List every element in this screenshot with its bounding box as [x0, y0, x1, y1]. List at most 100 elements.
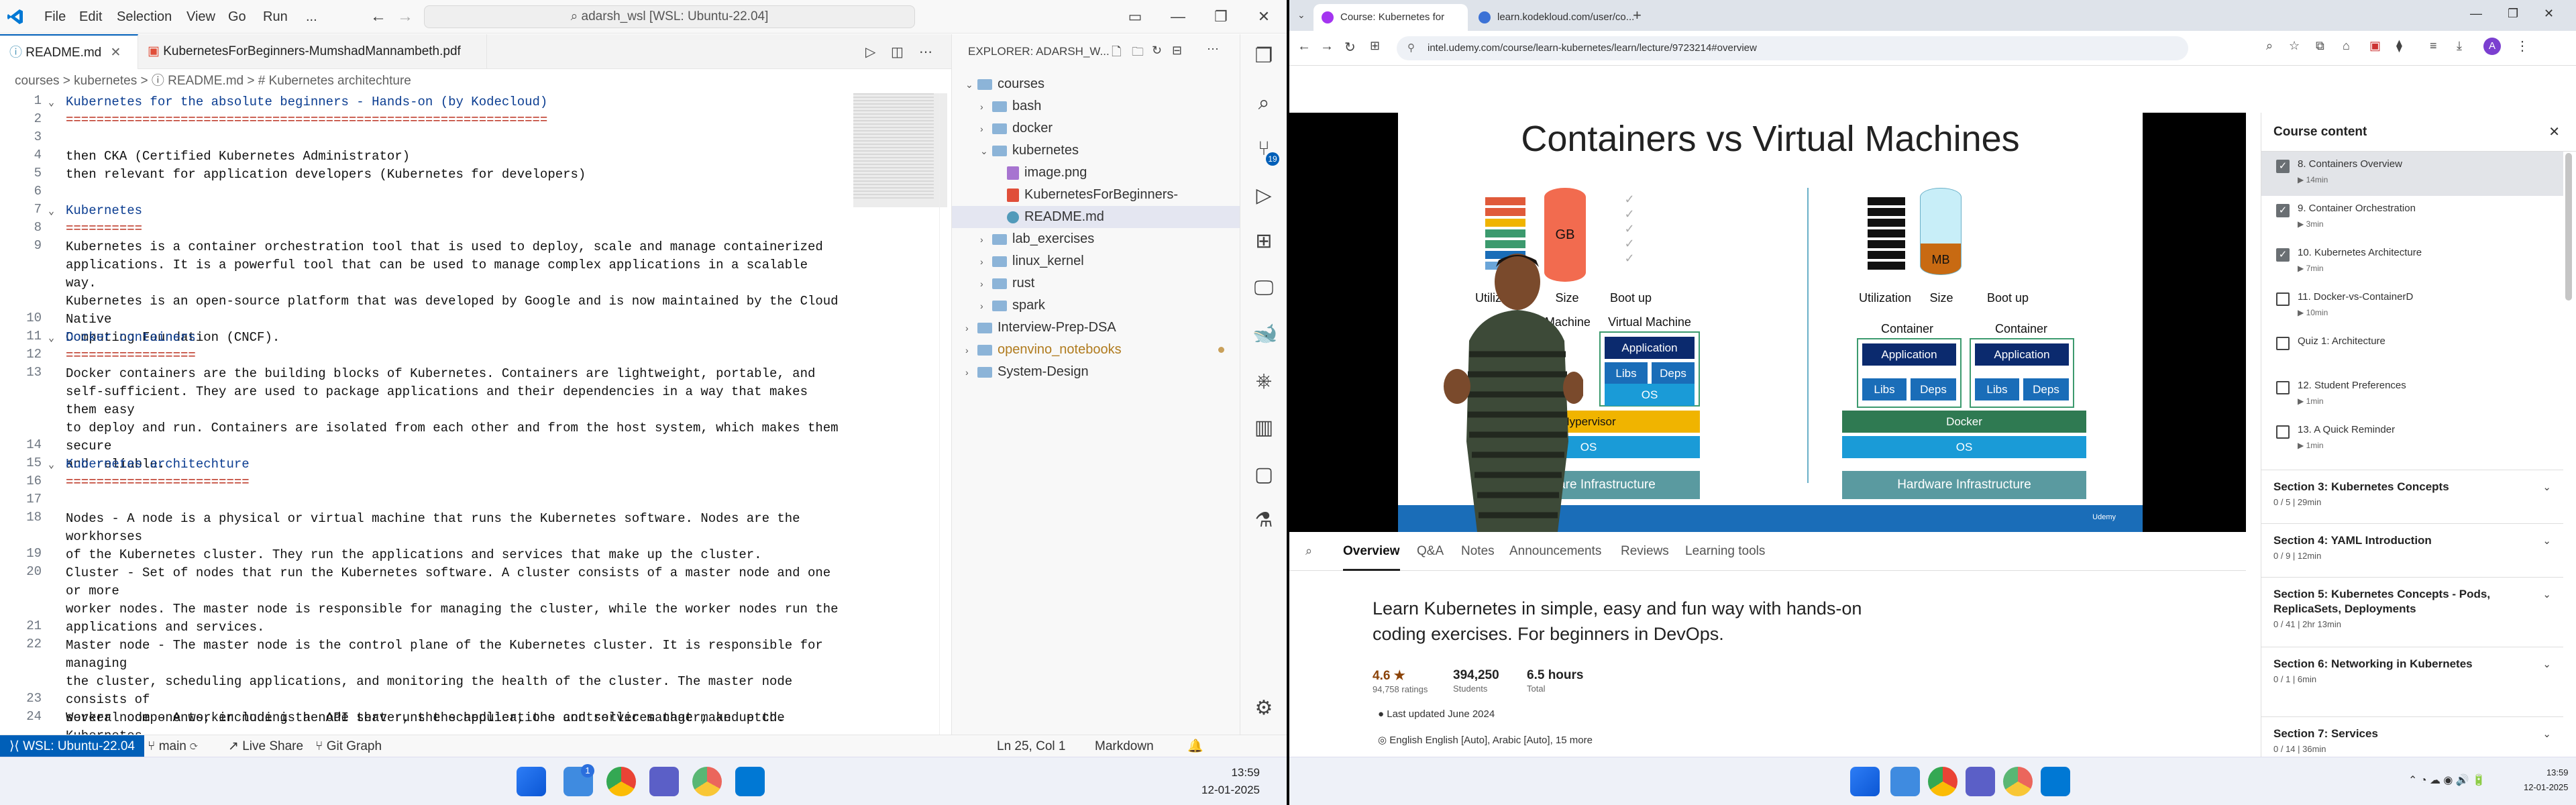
close-button[interactable]: ✕: [2544, 7, 2554, 21]
tab-qa[interactable]: Q&A: [1417, 532, 1444, 571]
lecture-checkbox[interactable]: [2276, 425, 2290, 439]
tree-item[interactable]: › docker: [952, 117, 1240, 140]
extension-icon[interactable]: ⧉: [2316, 39, 2324, 53]
tree-item[interactable]: › rust: [952, 272, 1240, 294]
clock[interactable]: 13:59 12-01-2025: [2524, 765, 2569, 795]
section-header[interactable]: Section 3: Kubernetes Concepts 0 / 5 | 29…: [2261, 470, 2563, 523]
menu-edit[interactable]: Edit: [79, 0, 102, 34]
section-header[interactable]: Section 6: Networking in Kubernetes 0 / 1…: [2261, 647, 2563, 716]
breadcrumb[interactable]: courses > kubernetes > ⓘ README.md > # K…: [0, 69, 951, 93]
fold-chevron-icon[interactable]: ⌄: [48, 96, 54, 109]
collapse-icon[interactable]: ⊟: [1172, 44, 1182, 58]
notifications-icon[interactable]: 🔔: [1187, 735, 1203, 757]
menu-view[interactable]: View: [186, 0, 215, 34]
fold-chevron-icon[interactable]: ⌄: [48, 331, 54, 344]
video-player[interactable]: Containers vs Virtual Machines GB ✓ ✓ ✓ ✓ ✓ …: [1289, 113, 2246, 532]
lecture-item[interactable]: ✓ 10. Kubernetes Architecture ▶ 7min: [2261, 240, 2563, 284]
extensions-puzzle-icon[interactable]: ⧫: [2396, 39, 2402, 53]
lecture-item[interactable]: 11. Docker-vs-ContainerD ▶ 10min: [2261, 284, 2563, 329]
tree-item[interactable]: image.png: [952, 162, 1240, 184]
remote-indicator[interactable]: ⟩⟨ WSL: Ubuntu-22.04: [0, 735, 144, 757]
chart-icon[interactable]: ▥: [1252, 417, 1275, 439]
tree-item[interactable]: ⌄ courses: [952, 73, 1240, 95]
teams-icon[interactable]: [1966, 767, 1995, 796]
tree-item[interactable]: › linux_kernel: [952, 250, 1240, 272]
windows-start-icon[interactable]: [1850, 767, 1880, 796]
tab-announcements[interactable]: Announcements: [1509, 532, 1601, 571]
minimap[interactable]: [853, 93, 934, 201]
tree-item[interactable]: › spark: [952, 294, 1240, 317]
close-button[interactable]: ✕: [1242, 0, 1285, 34]
language-mode[interactable]: Markdown: [1095, 735, 1154, 757]
extensions-icon[interactable]: ⊞: [1252, 230, 1275, 253]
cursor-position[interactable]: Ln 25, Col 1: [997, 735, 1065, 757]
apps-icon[interactable]: ⊞: [1370, 39, 1380, 53]
forward-icon[interactable]: →: [1320, 39, 1334, 54]
extension-icon[interactable]: ⌂: [2343, 39, 2350, 53]
git-graph-button[interactable]: ⑂ Git Graph: [315, 735, 382, 757]
cast-icon[interactable]: ≡: [2430, 39, 2437, 53]
restore-button[interactable]: ❐: [2508, 7, 2518, 21]
tree-item[interactable]: › openvino_notebooks: [952, 339, 1240, 361]
windows-start-icon[interactable]: [517, 767, 546, 796]
scrollbar[interactable]: [939, 93, 950, 735]
tab-notes[interactable]: Notes: [1461, 532, 1495, 571]
lecture-item[interactable]: ✓ 8. Containers Overview ▶ 14min: [2261, 152, 2563, 196]
run-icon[interactable]: ▷: [865, 44, 875, 60]
lecture-checkbox[interactable]: [2276, 292, 2290, 306]
section-header[interactable]: Section 5: Kubernetes Concepts - Pods, R…: [2261, 577, 2563, 647]
back-icon[interactable]: ←: [1297, 39, 1311, 54]
branch-indicator[interactable]: ⑂ main ⟳: [148, 735, 198, 757]
explorer-icon[interactable]: ❐: [1252, 45, 1275, 68]
browser-tab-udemy[interactable]: Course: Kubernetes for the...✕: [1313, 4, 1468, 50]
tab-readme[interactable]: ⓘ README.md ✕: [0, 34, 138, 69]
tree-item[interactable]: › System-Design: [952, 361, 1240, 383]
lecture-checkbox[interactable]: [2276, 337, 2290, 350]
new-tab-button[interactable]: +: [1633, 7, 1642, 24]
bookmark-star-icon[interactable]: ☆: [2289, 39, 2300, 53]
testing-icon[interactable]: ⚗: [1252, 509, 1275, 532]
clock[interactable]: 13:59 12-01-2025: [1201, 764, 1260, 799]
tab-reviews[interactable]: Reviews: [1621, 532, 1669, 571]
tab-pdf[interactable]: ▣ KubernetesForBeginners-MumshadMannambe…: [138, 34, 487, 69]
lecture-item[interactable]: ✓ 9. Container Orchestration ▶ 3min: [2261, 196, 2563, 240]
fold-chevron-icon[interactable]: ⌄: [48, 205, 54, 217]
refresh-icon[interactable]: ↻: [1152, 44, 1162, 58]
tab-search-icon[interactable]: ⌄: [1297, 9, 1305, 21]
minimize-button[interactable]: —: [1157, 0, 1199, 34]
lecture-item[interactable]: Quiz 1: Architecture: [2261, 329, 2563, 373]
menu-go[interactable]: Go: [228, 0, 246, 34]
minimize-button[interactable]: —: [2470, 7, 2482, 21]
close-icon[interactable]: ✕: [111, 46, 121, 60]
split-editor-icon[interactable]: ◫: [891, 44, 904, 60]
languages[interactable]: ◎ English English [Auto], Arabic [Auto],…: [1378, 734, 1593, 749]
menu-run[interactable]: Run: [263, 0, 288, 34]
new-folder-icon[interactable]: 🗀: [1132, 44, 1144, 64]
tree-item[interactable]: › Interview-Prep-DSA: [952, 317, 1240, 339]
code-editor[interactable]: 1 ⌄ Kubernetes for the absolute beginners …: [0, 93, 951, 735]
close-sidebar-icon[interactable]: ✕: [2548, 123, 2560, 140]
restore-button[interactable]: ❐: [1199, 0, 1242, 34]
lecture-checkbox[interactable]: [2276, 381, 2290, 394]
browser-tab-kodekloud[interactable]: learn.kodekloud.com/user/co...✕: [1470, 4, 1634, 50]
section-header[interactable]: Section 4: YAML Introduction 0 / 9 | 12mi…: [2261, 523, 2563, 577]
downloads-icon[interactable]: ⤓: [2457, 39, 2462, 53]
menu-more[interactable]: ...: [306, 0, 317, 34]
chrome-menu-icon[interactable]: ⋮: [2516, 38, 2529, 54]
tree-item[interactable]: README.md: [952, 206, 1240, 228]
remote-explorer-icon[interactable]: 🖵: [1252, 277, 1275, 300]
teams-icon[interactable]: [649, 767, 679, 796]
fold-chevron-icon[interactable]: ⌄: [48, 458, 54, 471]
address-bar[interactable]: ⚲ intel.udemy.com/course/learn-kubernetes…: [1397, 36, 2188, 60]
profile-avatar-icon[interactable]: A: [2483, 38, 2501, 55]
menu-selection[interactable]: Selection: [117, 0, 172, 34]
live-share-button[interactable]: ↗ Live Share: [228, 735, 303, 757]
vscode-taskbar-icon[interactable]: [2041, 767, 2070, 796]
new-file-icon[interactable]: 🗋: [1112, 44, 1121, 64]
forward-arrow-icon[interactable]: →: [397, 0, 413, 34]
run-debug-icon[interactable]: ▷: [1252, 184, 1275, 207]
command-center[interactable]: ⌕ adarsh_wsl [WSL: Ubuntu-22.04]: [424, 5, 915, 28]
chrome-profile-icon[interactable]: [2003, 767, 2033, 796]
layout-icon[interactable]: ▭: [1114, 0, 1157, 34]
tree-item[interactable]: › bash: [952, 95, 1240, 117]
